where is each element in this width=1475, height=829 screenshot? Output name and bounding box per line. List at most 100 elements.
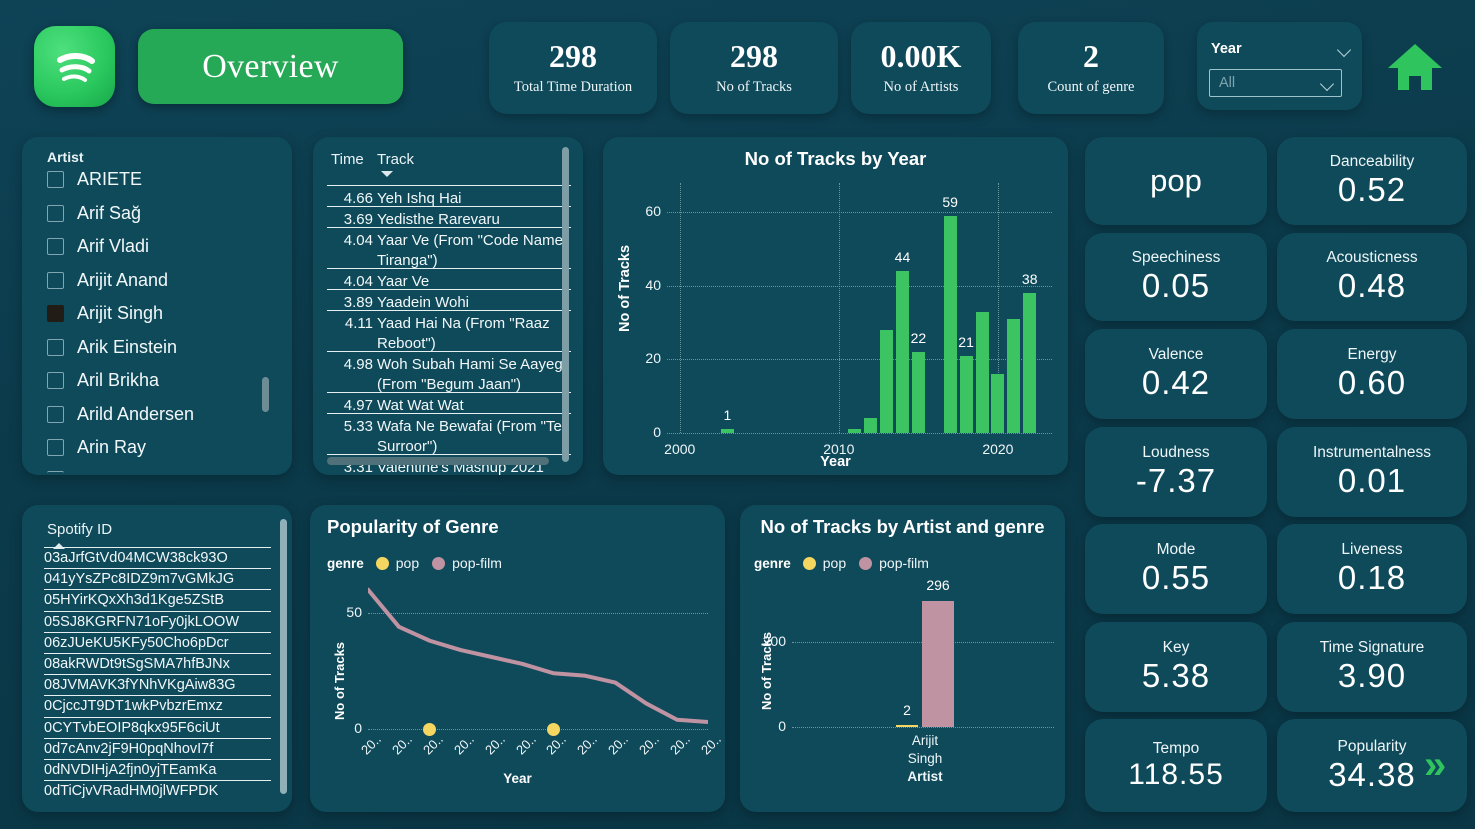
x-axis-tick: 20.. (667, 731, 694, 758)
metric-value: 0.52 (1337, 171, 1407, 208)
metric-label: Danceability (1329, 153, 1415, 170)
chevron-down-icon[interactable] (1321, 79, 1334, 87)
x-axis-tick: 2000 (664, 441, 696, 457)
metric-tile-time-signature: Time Signature 3.90 (1277, 622, 1467, 712)
track-time-cell: 3.89 (343, 294, 373, 311)
track-table-panel: Time Track 4.66 Yeh Ishq Hai 3.69 Yedisthe … (313, 137, 583, 475)
artist-checkbox[interactable] (47, 405, 64, 423)
legend-swatch-pop-film (432, 556, 446, 570)
y-axis-label: No of Tracks (332, 641, 347, 720)
track-name-cell-wrap: Reboot") (377, 335, 436, 352)
bar[interactable] (1007, 319, 1021, 433)
artist-list-item[interactable]: Arif Sağ (47, 203, 141, 224)
kpi-label: No of Tracks (716, 78, 792, 95)
artist-checkbox[interactable] (47, 338, 64, 356)
spotify-id-cell: 0dTiCjvVRadHM0jlWFPDK (44, 783, 219, 800)
artist-list-item[interactable]: Arif Vladi (47, 236, 149, 257)
artist-checkbox[interactable] (47, 439, 64, 456)
x-axis-tick: Arijit (911, 733, 939, 748)
artist-checkbox[interactable] (47, 470, 64, 476)
bar[interactable] (943, 216, 957, 433)
year-slicer-header[interactable]: Year (1211, 41, 1351, 57)
artist-name-label: Aril Brikha (77, 370, 160, 390)
track-table-vscrollbar[interactable] (562, 147, 569, 462)
bar-value-label: 22 (910, 330, 927, 347)
kpi-count-of-genre: 2 Count of genre (1018, 22, 1164, 114)
bar[interactable] (864, 418, 878, 433)
metric-value: 5.38 (1141, 657, 1211, 694)
bar[interactable] (911, 352, 925, 433)
spotify-id-cell: 08JVMAVK3fYNhVKgAiw83G (44, 677, 236, 694)
metric-value: 0.55 (1141, 559, 1211, 596)
legend-label-pop-film[interactable]: pop-film (452, 555, 502, 571)
bar[interactable] (1023, 293, 1037, 433)
x-axis-tick: 20.. (636, 731, 663, 758)
table-row-divider (44, 759, 271, 760)
legend-label-pop[interactable]: pop (823, 555, 846, 571)
artist-list-item[interactable]: Aril Brikha (47, 370, 159, 391)
artist-list-item[interactable]: Arijit Anand (47, 270, 168, 291)
y-axis-label: No of Tracks (617, 244, 633, 332)
bar-pop-film[interactable] (922, 601, 954, 727)
track-table-col-track[interactable]: Track (377, 151, 414, 168)
table-row-divider (327, 289, 571, 290)
legend-label-pop-film[interactable]: pop-film (879, 555, 929, 571)
popularity-of-genre-chart: Popularity of Genre genre pop pop-film N… (310, 505, 725, 812)
bar[interactable] (975, 311, 989, 433)
y-axis-tick: 40 (645, 276, 661, 293)
bar[interactable] (880, 330, 894, 433)
artist-list-item[interactable]: Arin Ray (47, 437, 146, 458)
track-time-cell: 3.69 (343, 211, 373, 228)
legend-label-pop[interactable]: pop (396, 555, 419, 571)
bar[interactable] (991, 374, 1005, 433)
artist-list-item[interactable]: Arijit Singh (47, 303, 163, 324)
bar[interactable] (848, 429, 862, 433)
gridline (667, 212, 1052, 214)
spotify-id-cell: 0CjccJT9DT1wkPvbzrEmxz (44, 698, 223, 715)
legend-title: genre (754, 555, 791, 571)
artist-list-item[interactable]: Arik Einstein (47, 337, 177, 358)
bar[interactable] (959, 355, 973, 433)
artist-name-label: Arijit Singh (77, 303, 164, 323)
artist-list-scrollbar[interactable] (262, 377, 269, 412)
line-series-pop-film (368, 587, 708, 725)
track-table-hscrollbar[interactable] (327, 457, 549, 465)
metric-label: Loudness (1142, 444, 1210, 461)
bar[interactable] (895, 271, 909, 433)
artist-list-item-partial[interactable] (47, 470, 64, 476)
y-axis-tick: 50 (346, 603, 362, 620)
metric-value: 0.01 (1337, 462, 1407, 499)
spotify-id-column-header[interactable]: Spotify ID (47, 521, 112, 538)
bar-pop[interactable] (896, 725, 918, 727)
kpi-label: Count of genre (1047, 78, 1135, 95)
kpi-label: Total Time Duration (513, 78, 633, 95)
chevron-down-icon[interactable] (1338, 45, 1351, 53)
y-axis-tick: 0 (354, 720, 362, 736)
artist-checkbox[interactable] (47, 305, 64, 322)
metric-value: -7.37 (1135, 462, 1217, 499)
spotify-id-scrollbar[interactable] (280, 519, 287, 794)
artist-list-item[interactable]: Arild Andersen (47, 404, 194, 425)
bar[interactable] (720, 429, 734, 433)
track-table-col-time[interactable]: Time (331, 151, 364, 168)
kpi-no-of-artists: 0.00K No of Artists (851, 22, 991, 114)
y-axis-tick: 0 (653, 424, 661, 440)
home-icon[interactable] (1386, 42, 1444, 99)
year-slicer-dropdown[interactable]: All (1209, 69, 1342, 97)
metric-value: 0.48 (1337, 267, 1407, 304)
artist-checkbox[interactable] (47, 171, 64, 188)
overview-button[interactable]: Overview (138, 29, 403, 104)
spotify-id-cell: 05SJ8KGRFN71oFy0jkLOOW (44, 613, 240, 630)
artist-checkbox[interactable] (47, 271, 64, 289)
artist-checkbox[interactable] (47, 372, 64, 389)
x-axis-tick: 20.. (481, 731, 508, 758)
track-name-cell: Yedisthe Rarevaru (377, 211, 500, 228)
metric-tile-tempo: Tempo 118.55 (1085, 719, 1267, 812)
x-axis-tick: 2020 (982, 441, 1014, 457)
artist-checkbox[interactable] (47, 204, 64, 222)
next-page-button[interactable]: » (1424, 745, 1446, 785)
artist-list-item[interactable]: ARIETE (47, 169, 142, 190)
spotify-id-cell: 0dNVDIHjA2fjn0yjTEamKa (44, 762, 217, 778)
artist-checkbox[interactable] (47, 238, 64, 255)
chart-legend: genre pop pop-film (327, 555, 502, 571)
